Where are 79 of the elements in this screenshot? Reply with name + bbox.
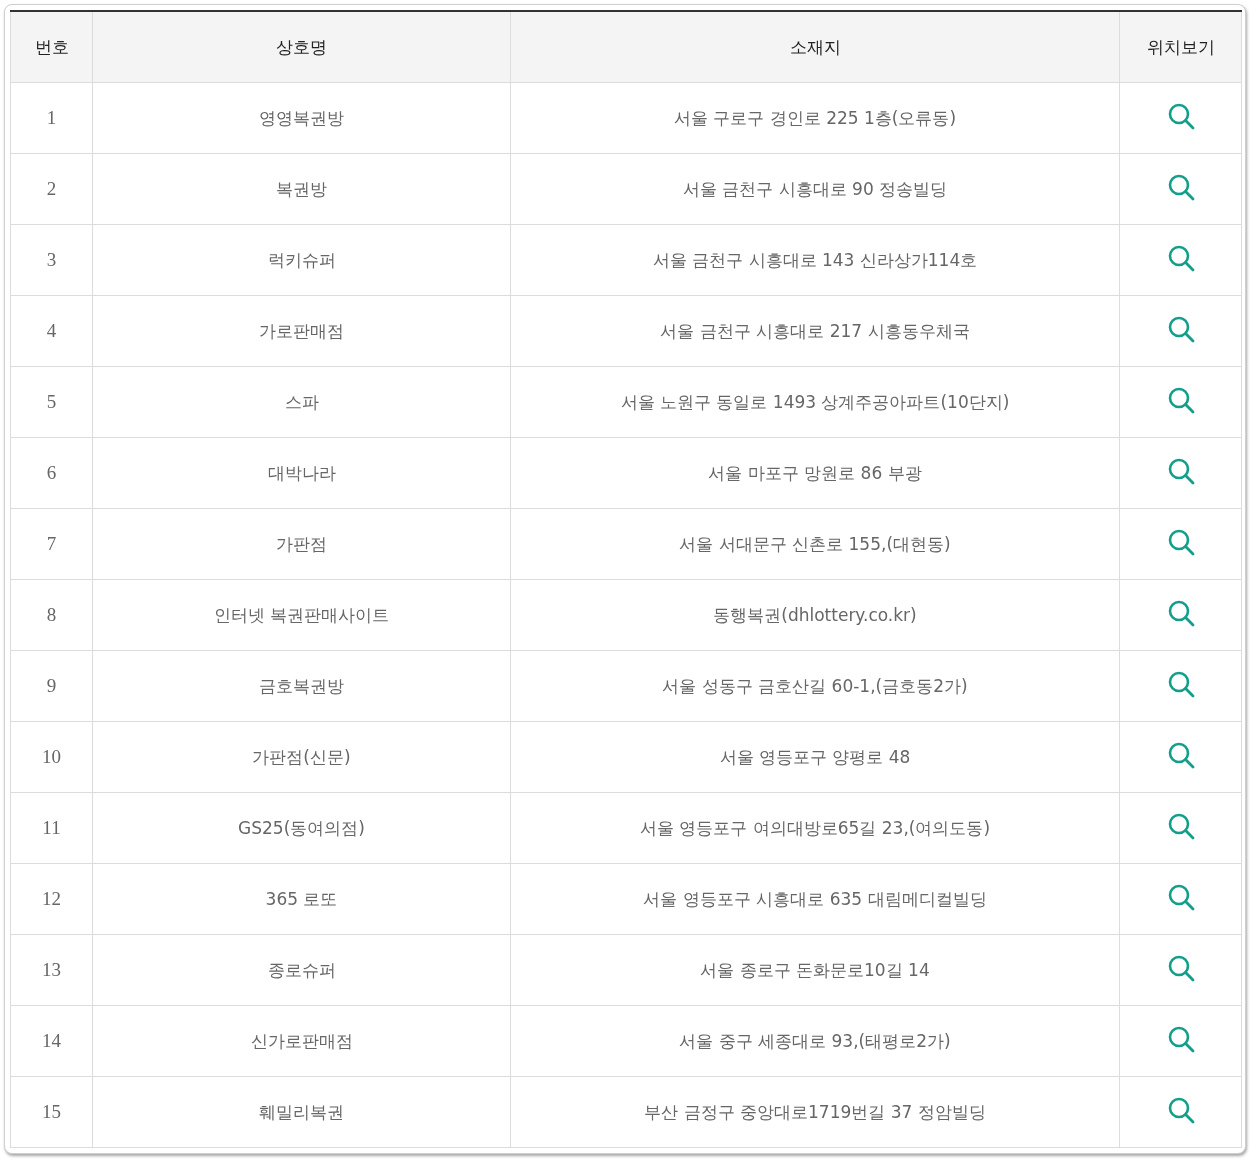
search-icon (1166, 1096, 1195, 1124)
table-cell: 가판점(신문) (92, 721, 511, 793)
search-icon (1166, 1025, 1195, 1053)
search-icon (1166, 599, 1195, 627)
table-cell: 3 (10, 224, 93, 296)
search-icon (1166, 528, 1195, 556)
table-cell: 11 (10, 792, 93, 864)
search-icon (1166, 315, 1195, 343)
table-cell: 동행복권(dhlottery.co.kr) (510, 579, 1120, 651)
table-cell: 13 (10, 934, 93, 1006)
table-cell: 가판점 (92, 508, 511, 580)
table-cell: 스파 (92, 366, 511, 438)
table-cell: 훼밀리복권 (92, 1076, 511, 1148)
search-button[interactable] (1166, 1096, 1195, 1124)
search-icon (1166, 741, 1195, 769)
table-cell: 신가로판매점 (92, 1005, 511, 1077)
table-cell: 영영복권방 (92, 82, 511, 154)
table-cell: 서울 마포구 망원로 86 부광 (510, 437, 1120, 509)
table-cell: 럭키슈퍼 (92, 224, 511, 296)
table-cell: 인터넷 복권판매사이트 (92, 579, 511, 651)
search-icon (1166, 883, 1195, 911)
search-icon (1166, 457, 1195, 485)
search-icon (1166, 954, 1195, 982)
table-cell: 서울 중구 세종대로 93,(태평로2가) (510, 1005, 1120, 1077)
search-button[interactable] (1166, 741, 1195, 769)
table-cell: 서울 서대문구 신촌로 155,(대현동) (510, 508, 1120, 580)
table-cell: 4 (10, 295, 93, 367)
table-cell: 대박나라 (92, 437, 511, 509)
search-button[interactable] (1166, 457, 1195, 485)
table-cell: 금호복권방 (92, 650, 511, 722)
table-cell: 서울 노원구 동일로 1493 상계주공아파트(10단지) (510, 366, 1120, 438)
column-header: 번호 (10, 11, 93, 83)
table-cell: 서울 금천구 시흥대로 217 시흥동우체국 (510, 295, 1120, 367)
table-cell: 14 (10, 1005, 93, 1077)
table-cell: 15 (10, 1076, 93, 1148)
table-cell: 2 (10, 153, 93, 225)
table-cell: GS25(동여의점) (92, 792, 511, 864)
table-cell: 8 (10, 579, 93, 651)
column-header: 상호명 (92, 11, 511, 83)
table-cell: 서울 성동구 금호산길 60-1,(금호동2가) (510, 650, 1120, 722)
search-button[interactable] (1166, 173, 1195, 201)
table-cell: 서울 금천구 시흥대로 90 정송빌딩 (510, 153, 1120, 225)
search-icon (1166, 244, 1195, 272)
table-cell: 종로슈퍼 (92, 934, 511, 1006)
table-cell: 9 (10, 650, 93, 722)
search-icon (1166, 812, 1195, 840)
table-cell: 12 (10, 863, 93, 935)
table-cell: 6 (10, 437, 93, 509)
table-cell: 서울 영등포구 양평로 48 (510, 721, 1120, 793)
table-cell: 복권방 (92, 153, 511, 225)
column-header: 위치보기 (1119, 11, 1242, 83)
table-cell: 서울 종로구 돈화문로10길 14 (510, 934, 1120, 1006)
column-header: 소재지 (510, 11, 1120, 83)
table-cell: 가로판매점 (92, 295, 511, 367)
table-cell: 부산 금정구 중앙대로1719번길 37 정암빌딩 (510, 1076, 1120, 1148)
search-button[interactable] (1166, 386, 1195, 414)
table-cell: 365 로또 (92, 863, 511, 935)
search-button[interactable] (1166, 244, 1195, 272)
search-icon (1166, 173, 1195, 201)
search-button[interactable] (1166, 315, 1195, 343)
table-cell: 서울 영등포구 시흥대로 635 대림메디컬빌딩 (510, 863, 1120, 935)
search-icon (1166, 102, 1195, 130)
search-button[interactable] (1166, 102, 1195, 130)
search-button[interactable] (1166, 954, 1195, 982)
table-cell: 10 (10, 721, 93, 793)
table-cell: 7 (10, 508, 93, 580)
search-button[interactable] (1166, 528, 1195, 556)
search-button[interactable] (1166, 599, 1195, 627)
search-button[interactable] (1166, 670, 1195, 698)
search-button[interactable] (1166, 1025, 1195, 1053)
table-cell: 서울 구로구 경인로 225 1층(오류동) (510, 82, 1120, 154)
search-icon (1166, 386, 1195, 414)
table-cell: 1 (10, 82, 93, 154)
search-icon (1166, 670, 1195, 698)
search-button[interactable] (1166, 812, 1195, 840)
table-cell: 서울 영등포구 여의대방로65길 23,(여의도동) (510, 792, 1120, 864)
search-button[interactable] (1166, 883, 1195, 911)
table-cell: 5 (10, 366, 93, 438)
table-cell: 서울 금천구 시흥대로 143 신라상가114호 (510, 224, 1120, 296)
